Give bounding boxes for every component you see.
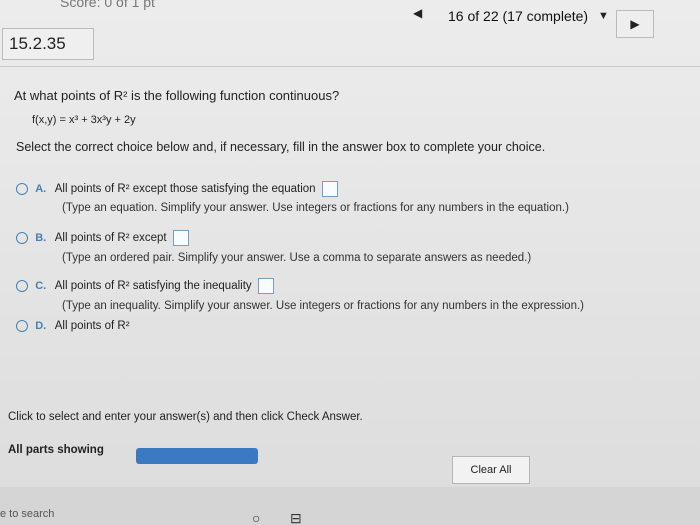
choice-d-letter: D.	[35, 320, 47, 333]
choice-b-letter: B.	[35, 232, 47, 245]
score-text: Score: 0 of 1 pt	[60, 0, 155, 10]
next-question-button[interactable]: ▶	[616, 10, 654, 38]
choice-a[interactable]: A. All points of R² except those satisfy…	[16, 181, 338, 197]
question-count: 16 of 22 (17 complete)	[448, 8, 589, 24]
choice-b-text: All points of R² except	[54, 232, 167, 245]
question-list-dropdown[interactable]: ▼	[598, 10, 609, 22]
question-prompt: At what points of R² is the following fu…	[14, 88, 340, 103]
radio-button-c[interactable]	[16, 280, 28, 292]
choice-c[interactable]: C. All points of R² satisfying the inequ…	[16, 278, 274, 294]
answer-box-b[interactable]	[172, 230, 189, 246]
radio-button-a[interactable]	[16, 183, 28, 195]
choice-b-hint: (Type an ordered pair. Simplify your ans…	[62, 252, 532, 264]
divider	[0, 66, 700, 67]
task-view-icon[interactable]: ⊟	[290, 510, 302, 525]
choice-a-text: All points of R² except those satisfying…	[54, 183, 316, 196]
top-toolbar: Score: 0 of 1 pt ◀ 16 of 22 (17 complete…	[0, 0, 700, 38]
radio-button-b[interactable]	[16, 232, 28, 244]
answer-box-c[interactable]	[257, 278, 274, 294]
choice-c-text: All points of R² satisfying the inequali…	[54, 280, 252, 293]
previous-question-button[interactable]: ◀	[413, 6, 422, 20]
cortana-icon[interactable]: ○	[252, 510, 260, 525]
radio-button-d[interactable]	[16, 320, 28, 332]
clear-all-button[interactable]: Clear All	[452, 456, 530, 484]
parts-showing-label: All parts showing	[8, 444, 104, 456]
left-triangle-icon: ◀	[413, 6, 423, 20]
choice-a-letter: A.	[35, 183, 47, 196]
choice-c-hint: (Type an inequality. Simplify your answe…	[62, 300, 584, 312]
instruction-text: Select the correct choice below and, if …	[16, 140, 546, 154]
right-triangle-icon: ▶	[630, 17, 640, 31]
choice-a-hint: (Type an equation. Simplify your answer.…	[62, 202, 569, 214]
choice-d[interactable]: D. All points of R²	[16, 320, 130, 332]
footer-instruction: Click to select and enter your answer(s)…	[8, 411, 363, 423]
parts-progress-bar	[136, 448, 258, 464]
question-number: 15.2.35	[2, 28, 94, 60]
choice-b[interactable]: B. All points of R² except	[16, 230, 189, 246]
progress-fill	[136, 448, 258, 464]
taskbar-search[interactable]: e to search	[0, 508, 54, 520]
page: Score: 0 of 1 pt ◀ 16 of 22 (17 complete…	[0, 0, 700, 525]
function-expression: f(x,y) = x³ + 3x³y + 2y	[32, 114, 136, 126]
choice-d-text: All points of R²	[54, 320, 130, 333]
down-triangle-icon: ▼	[598, 10, 609, 22]
taskbar	[0, 487, 700, 525]
answer-box-a[interactable]	[321, 181, 338, 197]
choice-c-letter: C.	[35, 280, 47, 293]
